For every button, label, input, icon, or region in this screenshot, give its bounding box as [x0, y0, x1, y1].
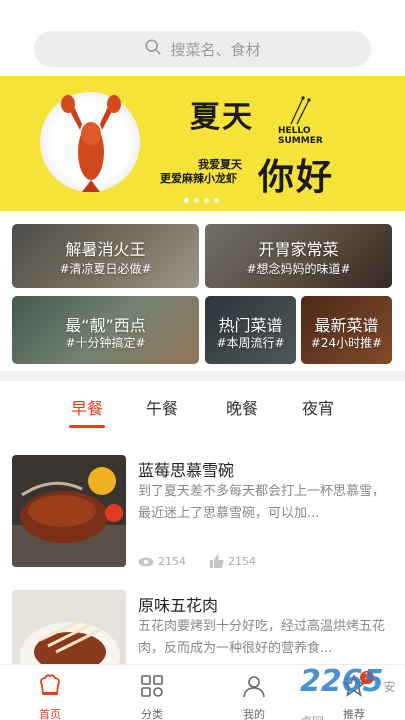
- site-watermark: 2265安卓网: [300, 664, 405, 720]
- category-title: 最新菜谱: [314, 316, 379, 335]
- category-title: 最“靓”西点: [65, 316, 146, 335]
- nav-label: 首页: [39, 708, 61, 720]
- promo-banner[interactable]: 夏天 HELLO SUMMER 我爱夏天 更爱麻辣小龙虾 你好: [0, 76, 405, 211]
- nav-label: 分类: [141, 708, 163, 720]
- carousel-dot: [194, 198, 199, 203]
- category-tile-homestyle[interactable]: 开胃家常菜 #想念妈妈的味道#: [205, 224, 392, 288]
- recipe-description: 到了夏天差不多每天都会打上一杯思慕雪，最近迷上了思慕雪碗，可以加...: [138, 484, 386, 521]
- nav-home[interactable]: 首页: [20, 673, 80, 720]
- recipe-thumbnail: [12, 590, 126, 664]
- eye-icon: [138, 557, 154, 566]
- category-title: 热门菜谱: [218, 316, 283, 335]
- nav-category[interactable]: 分类: [122, 673, 182, 720]
- category-title: 开胃家常菜: [258, 240, 339, 259]
- recipe-title: 原味五花肉: [138, 596, 219, 615]
- category-tag: #24小时推#: [310, 336, 383, 350]
- watermark-brand: 2265: [300, 664, 384, 699]
- carousel-indicator: [184, 198, 219, 203]
- likes-count: 2154: [228, 555, 256, 568]
- tab-dinner[interactable]: 晚餐: [226, 395, 258, 419]
- recipe-list-item[interactable]: 蓝莓思慕雪碗 到了夏天差不多每天都会打上一杯思慕雪，最近迷上了思慕雪碗，可以加.…: [0, 455, 405, 575]
- banner-summer: SUMMER: [278, 136, 323, 146]
- thumbs-up-icon: [210, 555, 224, 568]
- decorative-lines: [290, 96, 311, 125]
- category-tag: #本周流行#: [216, 336, 285, 350]
- user-icon: [243, 676, 265, 698]
- recipe-thumbnail: [12, 455, 126, 567]
- section-divider: [0, 371, 405, 381]
- tab-late-night[interactable]: 夜宵: [302, 395, 334, 419]
- lobster-image: [61, 95, 121, 192]
- carousel-dot: [214, 198, 219, 203]
- category-tag: #十分钟搞定#: [65, 336, 146, 350]
- category-tag: #想念妈妈的味道#: [246, 262, 351, 276]
- chef-hat-icon: [40, 674, 60, 695]
- nav-profile[interactable]: 我的: [224, 673, 284, 720]
- recipe-title: 蓝莓思慕雪碗: [138, 461, 235, 480]
- meal-tabs: 早餐 午餐 晚餐 夜宵: [0, 395, 405, 435]
- grid-icon: [141, 675, 163, 697]
- recipe-list-item[interactable]: 原味五花肉 五花肉要烤到十分好吃，经过高温烘烤五花肉，反而成为一种很好的营养食.…: [0, 590, 405, 664]
- category-title: 解暑消火王: [65, 240, 146, 259]
- search-bar-area: 搜菜名、食材: [0, 0, 405, 76]
- category-tile-cooling[interactable]: 解暑消火王 #清凉夏日必做#: [12, 224, 199, 288]
- banner-big-text: 你好: [258, 157, 335, 198]
- category-tile-popular[interactable]: 热门菜谱 #本周流行#: [205, 296, 296, 364]
- views-stat: 2154: [138, 555, 186, 568]
- banner-line2: 更爱麻辣小龙虾: [160, 172, 237, 185]
- carousel-dot: [204, 198, 209, 203]
- recipe-meta: 2154 2154: [138, 555, 280, 568]
- views-count: 2154: [158, 555, 186, 568]
- tab-lunch[interactable]: 午餐: [146, 395, 178, 419]
- nav-label: 我的: [243, 708, 265, 720]
- tab-breakfast[interactable]: 早餐: [71, 395, 103, 419]
- search-icon: [144, 38, 162, 60]
- carousel-dot: [184, 198, 189, 203]
- search-input[interactable]: 搜菜名、食材: [34, 31, 371, 67]
- recipe-description: 五花肉要烤到十分好吃，经过高温烘烤五花肉，反而成为一种很好的营养食...: [138, 619, 386, 656]
- category-tile-newest[interactable]: 最新菜谱 #24小时推#: [301, 296, 392, 364]
- search-placeholder: 搜菜名、食材: [170, 40, 261, 59]
- banner-title: 夏天: [190, 100, 254, 135]
- active-tab-indicator: [69, 425, 105, 428]
- banner-hello: HELLO: [278, 126, 311, 136]
- likes-stat[interactable]: 2154: [210, 555, 256, 568]
- category-tag: #清凉夏日必做#: [59, 262, 152, 276]
- category-tile-dessert[interactable]: 最“靓”西点 #十分钟搞定#: [12, 296, 199, 364]
